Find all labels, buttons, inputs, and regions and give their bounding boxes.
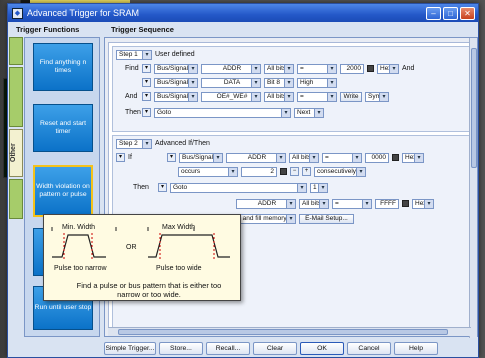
and-label: And — [402, 65, 415, 72]
if-label: If — [128, 154, 132, 161]
close-button[interactable]: ✕ — [460, 6, 475, 20]
decrement-button[interactable]: − — [290, 167, 299, 176]
format-dropdown[interactable]: Hex — [402, 152, 424, 163]
max-width-label: Max Width — [162, 224, 196, 231]
vertical-scrollbar[interactable] — [469, 38, 477, 338]
goto-target-dropdown[interactable]: 1 — [310, 182, 328, 193]
value-input[interactable]: 0000 — [365, 152, 389, 163]
bits-dropdown[interactable]: Bit 8 — [264, 77, 294, 88]
step-2-name: Advanced If/Then — [155, 140, 210, 147]
find-label: Find — [125, 65, 139, 72]
goto-target-dropdown[interactable]: Next — [294, 107, 324, 118]
type-dropdown[interactable]: Bus/Signal — [154, 91, 198, 102]
title-bar: ◆ Advanced Trigger for SRAM – □ ✕ — [8, 4, 478, 22]
fill-memory-dropdown[interactable]: , and fill memory — [236, 213, 296, 224]
then-label: Then — [133, 184, 149, 191]
row-menu-button[interactable]: ▾ — [142, 92, 151, 101]
operator-dropdown[interactable]: = — [332, 198, 372, 209]
count-input[interactable]: 2 — [241, 166, 277, 177]
value-picker-icon[interactable] — [392, 154, 399, 161]
function-width-violation[interactable]: Width violation on pattern or pulse — [33, 165, 93, 217]
signal-dropdown[interactable]: DATA — [201, 77, 261, 88]
trigger-functions-header: Trigger Functions — [16, 25, 80, 34]
horizontal-scroll-thumb[interactable] — [118, 329, 448, 335]
mode-dropdown[interactable]: consecutively — [314, 166, 366, 177]
horizontal-scrollbar[interactable] — [108, 327, 471, 336]
step-1-name: User defined — [155, 51, 195, 58]
operator-dropdown[interactable]: = — [297, 91, 337, 102]
tab-green-3[interactable] — [9, 179, 23, 219]
clear-button[interactable]: Clear — [253, 342, 297, 355]
value-picker-icon[interactable] — [402, 200, 409, 207]
row-menu-button[interactable]: ▾ — [142, 78, 151, 87]
category-tabs: Other — [9, 37, 23, 337]
then-label: Then — [125, 109, 141, 116]
tab-green-1[interactable] — [9, 37, 23, 65]
signal-dropdown[interactable]: ADDR — [236, 198, 296, 209]
step-2-dropdown[interactable]: Step 2 — [116, 138, 152, 149]
help-button[interactable]: Help — [394, 342, 438, 355]
maximize-button[interactable]: □ — [443, 6, 458, 20]
level-dropdown[interactable]: High — [297, 77, 337, 88]
min-width-label: Min. Width — [62, 224, 96, 231]
cancel-button[interactable]: Cancel — [347, 342, 391, 355]
tab-green-2[interactable] — [9, 67, 23, 127]
email-setup-button[interactable]: E-Mail Setup... — [299, 213, 354, 224]
action-dropdown[interactable]: Goto — [154, 107, 291, 118]
simple-trigger-button[interactable]: Simple Trigger... — [104, 342, 156, 355]
signal-dropdown[interactable]: ADDR — [226, 152, 286, 163]
recall-button[interactable]: Recall... — [206, 342, 250, 355]
type-dropdown[interactable]: Bus/Signal — [154, 77, 198, 88]
value-input[interactable]: 2000 — [340, 63, 364, 74]
trigger-sequence-header: Trigger Sequence — [111, 25, 174, 34]
store-button[interactable]: Store... — [159, 342, 203, 355]
signal-dropdown[interactable]: OE#_WE# — [201, 91, 261, 102]
type-dropdown[interactable]: Bus/Signal — [179, 152, 223, 163]
tab-other[interactable]: Other — [9, 129, 23, 177]
pulse-narrow-label: Pulse too narrow — [54, 265, 107, 272]
format-dropdown[interactable]: Hex — [412, 198, 434, 209]
value-input[interactable]: FFFF — [375, 198, 399, 209]
count-picker-icon[interactable] — [280, 168, 287, 175]
occurs-dropdown[interactable]: occurs — [178, 166, 238, 177]
bits-dropdown[interactable]: All bits — [289, 152, 319, 163]
bits-dropdown[interactable]: All bits — [264, 91, 294, 102]
row-menu-button[interactable]: ▾ — [158, 183, 167, 192]
function-tooltip: Min. Width Max Width OR Pulse too narrow… — [43, 214, 241, 301]
action-dropdown[interactable]: Goto — [170, 182, 307, 193]
step-1-dropdown[interactable]: Step 1 — [116, 49, 152, 60]
app-icon: ◆ — [12, 7, 23, 19]
symbol-dropdown[interactable]: Sym — [365, 91, 389, 102]
window-title: Advanced Trigger for SRAM — [27, 8, 140, 18]
pulse-wide-label: Pulse too wide — [156, 265, 202, 272]
operator-dropdown[interactable]: = — [322, 152, 362, 163]
function-find-anything[interactable]: Find anything n times — [33, 43, 93, 91]
row-menu-button[interactable]: ▾ — [142, 64, 151, 73]
advanced-trigger-dialog: ◆ Advanced Trigger for SRAM – □ ✕ Trigge… — [7, 3, 479, 358]
tooltip-description: Find a pulse or bus pattern that is eith… — [76, 281, 222, 299]
bits-dropdown[interactable]: All bits — [299, 198, 329, 209]
ok-button[interactable]: OK — [300, 342, 344, 355]
format-dropdown[interactable]: Hex — [377, 63, 399, 74]
type-dropdown[interactable]: Bus/Signal — [154, 63, 198, 74]
signal-dropdown[interactable]: ADDR — [201, 63, 261, 74]
row-menu-button[interactable]: ▾ — [142, 108, 151, 117]
minimize-button[interactable]: – — [426, 6, 441, 20]
step-1: Step 1 User defined Find ▾ Bus/Signal AD… — [112, 46, 470, 132]
row-menu-button[interactable]: ▾ — [167, 153, 176, 162]
or-label: OR — [126, 244, 137, 251]
dialog-button-bar: Simple Trigger... Store... Recall... Cle… — [104, 342, 438, 356]
row-menu-button[interactable]: ▾ — [116, 153, 125, 162]
increment-button[interactable]: + — [302, 167, 311, 176]
operator-dropdown[interactable]: = — [297, 63, 337, 74]
bits-dropdown[interactable]: All bits — [264, 63, 294, 74]
function-reset-timer[interactable]: Reset and start timer — [33, 104, 93, 152]
vertical-scroll-thumb[interactable] — [471, 48, 477, 168]
write-button[interactable]: Write — [340, 91, 362, 102]
value-picker-icon[interactable] — [367, 65, 374, 72]
and-label: And — [125, 93, 138, 100]
